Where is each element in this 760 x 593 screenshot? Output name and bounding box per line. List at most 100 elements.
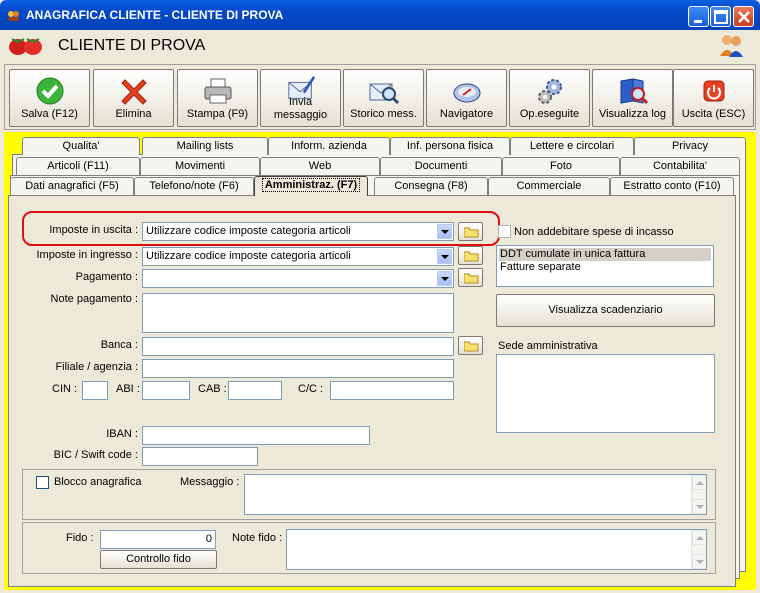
- navigator-button[interactable]: Navigatore: [426, 69, 507, 127]
- maximize-icon: [714, 10, 728, 24]
- tab-mailing-lists[interactable]: Mailing lists: [142, 137, 268, 155]
- visualizza-scadenziario-button[interactable]: Visualizza scadenziario: [496, 294, 715, 327]
- list-item-selected[interactable]: DDT cumulate in unica fattura: [499, 248, 711, 261]
- tab-privacy[interactable]: Privacy: [634, 137, 746, 155]
- view-log-button[interactable]: Visualizza log: [592, 69, 673, 127]
- tab-web-label: Web: [308, 160, 332, 172]
- toolbar: Salva (F12) Elimina Stampa (F9) Invia me…: [4, 64, 756, 130]
- tab-telefono-note[interactable]: Telefono/note (F6): [134, 177, 254, 195]
- tab-lettere-circolari[interactable]: Lettere e circolari: [510, 137, 634, 155]
- pagamento-folder-button[interactable]: [458, 268, 483, 287]
- controllo-fido-label: Controllo fido: [126, 553, 191, 565]
- delete-x-icon: [121, 79, 147, 105]
- delete-button[interactable]: Elimina: [93, 69, 174, 127]
- envelope-magnifier-icon: [369, 83, 400, 105]
- chevron-down-icon[interactable]: [437, 249, 452, 264]
- note-fido-textarea[interactable]: [286, 529, 707, 570]
- tab-contabilita[interactable]: Contabilita': [620, 157, 740, 175]
- iban-input[interactable]: [142, 426, 370, 445]
- minimize-button[interactable]: [688, 6, 709, 27]
- send-message-button[interactable]: Invia messaggio: [260, 69, 341, 127]
- check-icon: [36, 77, 64, 105]
- send-message-button-label: Invia messaggio: [273, 96, 328, 121]
- print-button-label: Stampa (F9): [186, 108, 249, 120]
- client-name-title: CLIENTE DI PROVA: [58, 37, 206, 54]
- tab-dati-anagrafici[interactable]: Dati anagrafici (F5): [10, 177, 134, 195]
- folder-icon: [464, 251, 479, 262]
- tab-privacy-label: Privacy: [671, 140, 709, 152]
- message-history-button[interactable]: Storico mess.: [343, 69, 424, 127]
- chevron-down-icon[interactable]: [437, 224, 452, 239]
- messaggio-label: Messaggio :: [180, 476, 240, 488]
- app-icon: [8, 11, 19, 21]
- note-fido-scrollbar[interactable]: [691, 530, 706, 569]
- controllo-fido-button[interactable]: Controllo fido: [100, 550, 217, 569]
- non-addebitare-checkbox[interactable]: [498, 225, 511, 238]
- exit-button-label: Uscita (ESC): [681, 108, 746, 120]
- tab-articoli[interactable]: Articoli (F11): [16, 157, 140, 175]
- imposte-uscita-select[interactable]: Utilizzare codice imposte categoria arti…: [142, 222, 454, 241]
- sede-amministrativa-label: Sede amministrativa: [498, 340, 598, 352]
- tab-estratto-conto[interactable]: Estratto conto (F10): [610, 177, 734, 195]
- abi-input[interactable]: [142, 381, 190, 400]
- folder-icon: [464, 273, 479, 284]
- imposte-uscita-folder-button[interactable]: [458, 222, 483, 241]
- cin-input[interactable]: [82, 381, 108, 400]
- list-item[interactable]: Fatture separate: [499, 261, 711, 274]
- printer-icon: [204, 78, 232, 104]
- tab-movimenti[interactable]: Movimenti: [140, 157, 260, 175]
- tab-documenti[interactable]: Documenti: [380, 157, 502, 175]
- cc-input[interactable]: [330, 381, 454, 400]
- tab-web[interactable]: Web: [260, 157, 380, 175]
- fido-value: 0: [205, 533, 212, 545]
- filiale-label: Filiale / agenzia :: [55, 361, 138, 373]
- window-title-bar[interactable]: ANAGRAFICA CLIENTE - CLIENTE DI PROVA: [0, 0, 760, 30]
- sede-amministrativa-textarea[interactable]: [496, 354, 715, 433]
- visualizza-scadenziario-label: Visualizza scadenziario: [548, 304, 663, 316]
- tab-mailing-lists-label: Mailing lists: [176, 140, 234, 152]
- banca-folder-button[interactable]: [458, 336, 483, 355]
- fido-input[interactable]: 0: [100, 530, 216, 549]
- tab-inf-persona-fisica[interactable]: Inf. persona fisica: [390, 137, 510, 155]
- scroll-down-icon[interactable]: [692, 499, 706, 514]
- imposte-uscita-value: Utilizzare codice imposte categoria arti…: [146, 225, 351, 237]
- cc-label: C/C :: [298, 383, 324, 395]
- tab-lettere-circolari-label: Lettere e circolari: [529, 140, 615, 152]
- chevron-down-icon[interactable]: [437, 271, 452, 286]
- banca-input[interactable]: [142, 337, 454, 356]
- bic-input[interactable]: [142, 447, 258, 466]
- gears-icon: [538, 79, 562, 104]
- tab-commerciale-label: Commerciale: [516, 180, 582, 192]
- messaggio-scrollbar[interactable]: [691, 475, 706, 514]
- scroll-up-icon[interactable]: [692, 475, 706, 490]
- fatturazione-list[interactable]: DDT cumulate in unica fattura Fatture se…: [496, 245, 714, 287]
- imposte-ingresso-folder-button[interactable]: [458, 246, 483, 265]
- banca-label: Banca :: [100, 339, 138, 351]
- cab-input[interactable]: [228, 381, 282, 400]
- imposte-ingresso-select[interactable]: Utilizzare codice imposte categoria arti…: [142, 247, 454, 266]
- users-icon[interactable]: [718, 32, 744, 58]
- exit-button[interactable]: Uscita (ESC): [673, 69, 754, 127]
- scroll-down-icon[interactable]: [692, 554, 706, 569]
- messaggio-textarea[interactable]: [244, 474, 707, 515]
- imposte-ingresso-value: Utilizzare codice imposte categoria arti…: [146, 250, 351, 262]
- print-button[interactable]: Stampa (F9): [177, 69, 258, 127]
- note-pagamento-label: Note pagamento :: [50, 293, 138, 305]
- save-button[interactable]: Salva (F12): [9, 69, 90, 127]
- blocco-anagrafica-checkbox[interactable]: [36, 476, 49, 489]
- close-button[interactable]: [733, 6, 754, 27]
- tab-qualita[interactable]: Qualita': [22, 137, 140, 155]
- message-history-button-label: Storico mess.: [350, 108, 417, 120]
- tab-amministrazione[interactable]: Amministraz. (F7): [254, 176, 368, 196]
- filiale-input[interactable]: [142, 359, 454, 378]
- maximize-button[interactable]: [710, 6, 731, 27]
- tab-inform-azienda[interactable]: Inform. azienda: [268, 137, 390, 155]
- tab-foto[interactable]: Foto: [502, 157, 620, 175]
- scroll-up-icon[interactable]: [692, 530, 706, 545]
- note-pagamento-textarea[interactable]: [142, 293, 454, 333]
- navigator-button-label: Navigatore: [439, 108, 494, 120]
- pagamento-select[interactable]: [142, 269, 454, 288]
- tab-commerciale[interactable]: Commerciale: [488, 177, 610, 195]
- tab-consegna[interactable]: Consegna (F8): [374, 177, 488, 195]
- operations-done-button[interactable]: Op.eseguite: [509, 69, 590, 127]
